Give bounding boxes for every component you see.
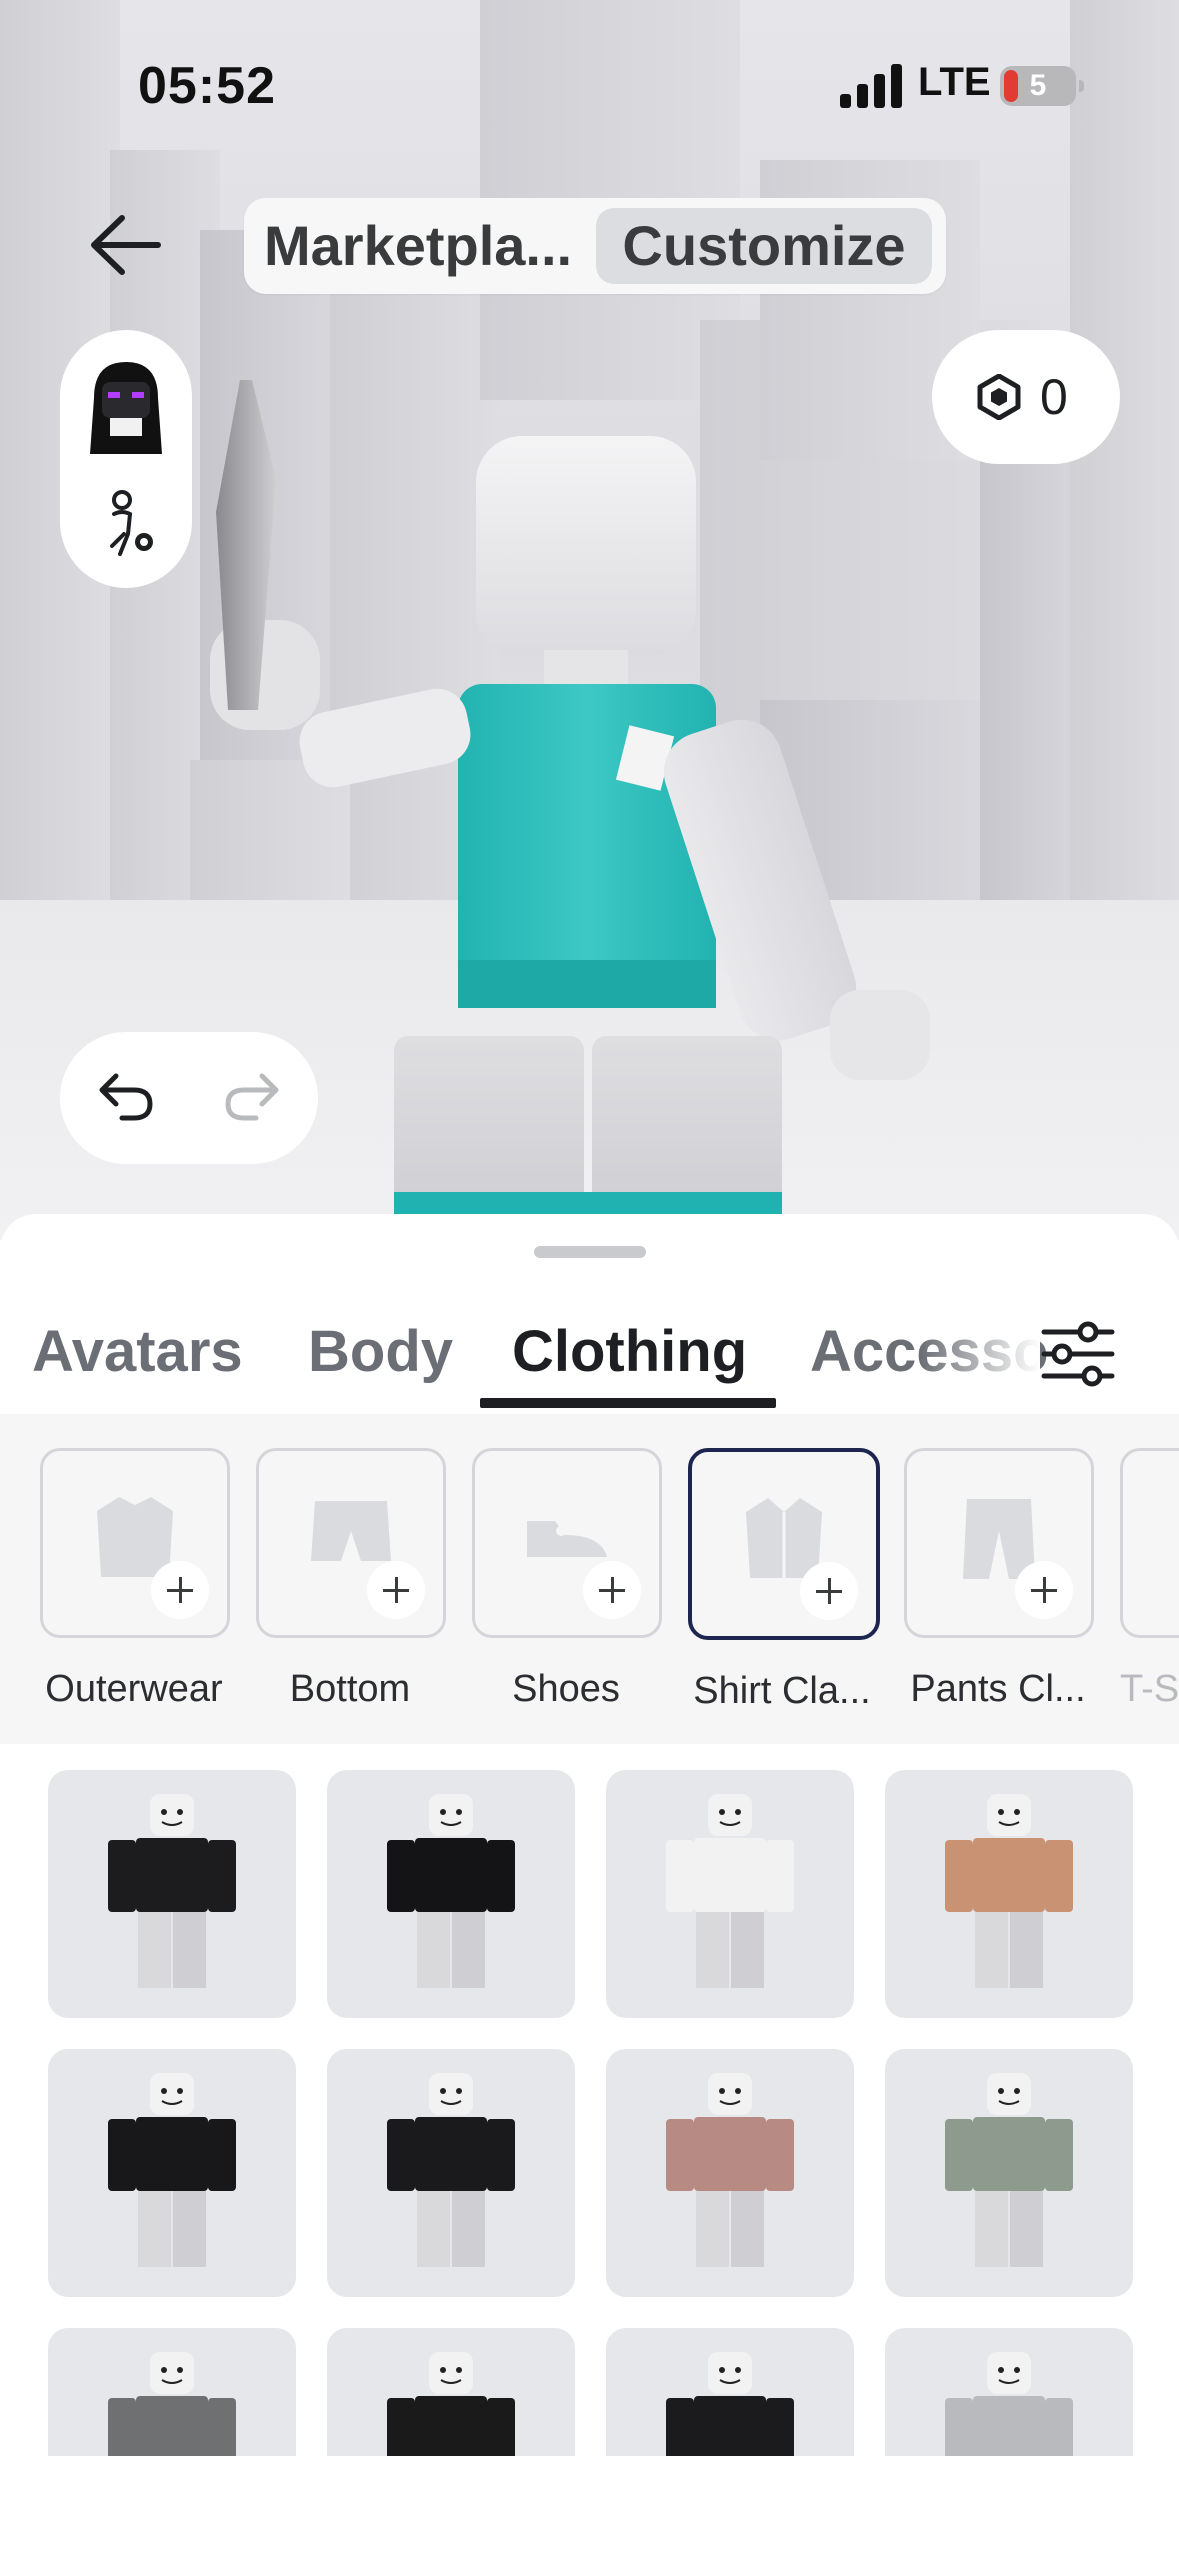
clothing-subcategories: Outerwear Bottom Shoes Shirt Cla... Pant…: [0, 1414, 1179, 1744]
clothing-item-pink-plaid-shirt[interactable]: [606, 2049, 854, 2297]
add-icon: [151, 1561, 209, 1619]
clothing-item-shirtless-torso[interactable]: [885, 1770, 1133, 2018]
segment-marketplace[interactable]: Marketpla...: [264, 208, 572, 284]
subcategory-bottom[interactable]: Bottom: [256, 1448, 446, 1711]
avatar-thumbnail: [945, 1794, 1073, 1988]
avatar-thumbnail: [387, 2352, 515, 2470]
subcategory-shoes[interactable]: Shoes: [472, 1448, 662, 1711]
avatar-side-panel: [60, 330, 192, 588]
avatar-thumbnail: [666, 2352, 794, 2470]
subcategory-label: Shirt Cla...: [693, 1670, 871, 1712]
arrow-left-icon[interactable]: [88, 212, 162, 278]
cellular-signal-icon: [840, 64, 902, 108]
sliders-icon[interactable]: [1040, 1320, 1116, 1388]
clothing-item-grey-puffer-jacket[interactable]: [885, 2328, 1133, 2470]
undo-icon[interactable]: [98, 1072, 154, 1122]
subcategory-label: Shoes: [512, 1668, 620, 1710]
robux-balance: 0: [1040, 369, 1068, 425]
clothing-item-green-plaid-shirt[interactable]: [885, 2049, 1133, 2297]
active-tab-indicator: [480, 1398, 776, 1408]
status-time: 05:52: [138, 57, 276, 115]
tab-avatars[interactable]: Avatars: [32, 1318, 243, 1385]
clothing-item-black-leather-jacket[interactable]: [327, 2049, 575, 2297]
undo-redo-controls: [60, 1032, 318, 1164]
add-icon: [800, 1562, 858, 1620]
marketplace-customize-switch: Marketpla... Customize: [244, 198, 946, 294]
subcategory-tshirt[interactable]: T-S: [1120, 1448, 1179, 1711]
sheet-grabber[interactable]: [534, 1246, 646, 1258]
battery-icon: 5: [1000, 66, 1084, 106]
category-tabs: Avatars Body Clothing Accesso: [0, 1300, 1179, 1410]
avatar-thumbnail: [666, 2073, 794, 2267]
avatar-thumbnail: [108, 1794, 236, 1988]
subcategory-label: Outerwear: [45, 1668, 223, 1710]
add-icon: [583, 1561, 641, 1619]
add-icon: [367, 1561, 425, 1619]
clothing-item-black-fur-collar-coat[interactable]: [48, 2049, 296, 2297]
clothing-item-grey-hoodie[interactable]: [48, 2328, 296, 2470]
avatar-settings-icon[interactable]: [100, 490, 160, 558]
customize-sheet: Avatars Body Clothing Accesso Outerwear: [0, 1214, 1179, 2556]
avatar-thumbnail: [387, 2073, 515, 2267]
avatar-thumbnail: [666, 1794, 794, 1988]
add-icon: [1015, 1561, 1073, 1619]
network-type: LTE: [918, 60, 991, 104]
avatar-thumbnail: [387, 1794, 515, 1988]
battery-level: 5: [1029, 69, 1047, 102]
clothing-item-white-shirt-with-anime-print[interactable]: [606, 1770, 854, 2018]
clothing-item-black-puffer-jacket[interactable]: [606, 2328, 854, 2470]
tab-body[interactable]: Body: [308, 1318, 453, 1385]
subcategory-label: Bottom: [289, 1668, 411, 1710]
avatar-preview-scene[interactable]: 05:52 LTE 5 Marketpla... Customize 0: [0, 0, 1179, 1240]
robux-balance-button[interactable]: 0: [932, 330, 1120, 464]
tab-clothing[interactable]: Clothing: [512, 1318, 747, 1385]
robux-hexagon-icon: [977, 374, 1021, 420]
avatar-thumbnail: [945, 2352, 1073, 2470]
avatar-thumbnail: [945, 2073, 1073, 2267]
subcategory-shirt-classic[interactable]: Shirt Cla...: [688, 1448, 880, 1713]
status-bar: 05:52 LTE 5: [0, 0, 1179, 170]
redo-icon[interactable]: [224, 1072, 280, 1122]
clothing-item-black-jacket[interactable]: [327, 1770, 575, 2018]
clothing-item-black-biohazard-jacket[interactable]: [327, 2328, 575, 2470]
subcategory-pants-classic[interactable]: Pants Cl...: [904, 1448, 1094, 1711]
subcategory-label: T-S: [1120, 1668, 1179, 1710]
subcategory-outerwear[interactable]: Outerwear: [40, 1448, 230, 1711]
segment-customize[interactable]: Customize: [596, 208, 932, 284]
subcategory-label: Pants Cl...: [910, 1668, 1086, 1710]
avatar-headshot-icon[interactable]: [84, 358, 168, 458]
avatar-thumbnail: [108, 2073, 236, 2267]
clothing-item-black-shirt-with-graphic[interactable]: [48, 1770, 296, 2018]
clothing-item-grid: [0, 1770, 1179, 2470]
avatar-thumbnail: [108, 2352, 236, 2470]
